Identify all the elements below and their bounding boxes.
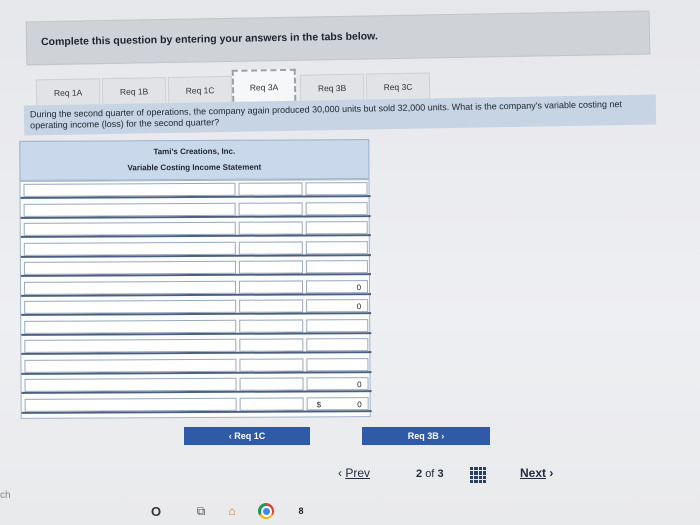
line-item-label-input[interactable] <box>24 358 237 373</box>
line-item-label-input[interactable] <box>23 221 236 236</box>
amount-input[interactable] <box>239 396 304 411</box>
amount-input[interactable] <box>238 182 303 196</box>
tab-req-3c[interactable]: Req 3C <box>365 72 431 100</box>
tab-req-1b[interactable]: Req 1B <box>101 77 167 105</box>
prev-label: Prev <box>345 466 371 480</box>
screen: Complete this question by entering your … <box>0 0 700 525</box>
currency-symbol: $ <box>316 399 322 409</box>
statement-row: 0 <box>21 375 372 394</box>
statement-row <box>21 355 372 375</box>
amount-input[interactable] <box>238 240 303 255</box>
total-input[interactable] <box>305 240 368 254</box>
statement-row <box>20 258 371 277</box>
chevron-right-icon: › <box>546 466 554 480</box>
statement-row <box>21 336 372 355</box>
total-input[interactable]: 0 <box>306 377 369 391</box>
next-req-button[interactable]: Req 3B › <box>362 427 490 445</box>
total-value: 0 <box>357 399 362 409</box>
next-label: Next <box>520 466 547 480</box>
page-of: of <box>425 468 435 480</box>
amount-input[interactable] <box>238 260 303 274</box>
line-item-label-input[interactable] <box>23 260 236 275</box>
amount-input[interactable] <box>238 221 303 235</box>
total-input[interactable] <box>306 357 369 371</box>
total-input[interactable] <box>305 260 368 274</box>
statement-row: 0 <box>21 297 372 316</box>
line-item-label-input[interactable] <box>23 280 237 295</box>
income-statement: Tami's Creations, Inc. Variable Costing … <box>19 139 372 423</box>
line-item-label-input[interactable] <box>23 182 236 197</box>
statement-row: 0 <box>20 277 372 297</box>
statement-grid: 0 0 0 $0 <box>19 179 372 419</box>
instruction-text: Complete this question by entering your … <box>40 30 378 49</box>
app-badge-icon[interactable]: 8 <box>292 503 310 519</box>
amount-input[interactable] <box>238 201 303 216</box>
question-text: During the second quarter of operations,… <box>29 99 623 131</box>
question-grid-icon[interactable] <box>470 467 486 483</box>
tab-req-1a[interactable]: Req 1A <box>35 78 101 106</box>
line-item-label-input[interactable] <box>24 338 237 353</box>
total-input[interactable]: $0 <box>306 396 369 410</box>
total-input[interactable] <box>305 182 368 196</box>
cortana-circle-icon[interactable]: O <box>147 503 165 519</box>
line-item-label-input[interactable] <box>23 241 236 256</box>
prev-req-label: Req 1C <box>234 431 266 441</box>
statement-row <box>21 316 372 336</box>
total-input[interactable] <box>306 318 369 332</box>
amount-input[interactable] <box>239 338 304 352</box>
tab-req-3a[interactable]: Req 3A <box>231 68 297 102</box>
total-input[interactable] <box>305 201 368 215</box>
tab-req-3b[interactable]: Req 3B <box>299 73 365 101</box>
total-pages: 3 <box>437 468 444 480</box>
statement-row: $0 <box>21 394 372 414</box>
prev-link[interactable]: ‹ Prev <box>338 466 370 480</box>
instruction-bar: Complete this question by entering your … <box>25 10 651 66</box>
statement-row <box>20 199 371 219</box>
amount-input[interactable] <box>239 318 304 333</box>
line-item-label-input[interactable] <box>24 377 237 392</box>
store-icon[interactable]: ⌂ <box>223 503 241 519</box>
line-item-label-input[interactable] <box>23 202 236 217</box>
total-value: 0 <box>356 302 362 312</box>
amount-input[interactable] <box>239 299 304 313</box>
total-input[interactable]: 0 <box>305 279 369 293</box>
total-input[interactable]: 0 <box>306 299 369 313</box>
chrome-icon[interactable] <box>258 503 274 519</box>
prev-req-button[interactable]: ‹ Req 1C <box>184 427 310 445</box>
page-indicator: 2 of 3 <box>416 468 444 480</box>
taskbar-edge-text: ch <box>0 490 11 501</box>
next-link[interactable]: Next › <box>520 466 553 480</box>
amount-input[interactable] <box>239 357 304 372</box>
statement-row <box>20 180 371 199</box>
app-badge-count: 8 <box>298 506 304 516</box>
chevron-right-icon: › <box>438 431 445 441</box>
line-item-label-input[interactable] <box>24 319 237 334</box>
current-page: 2 <box>416 468 423 480</box>
statement-title: Variable Costing Income Statement <box>127 162 262 173</box>
next-req-label: Req 3B <box>407 431 439 441</box>
amount-input[interactable] <box>239 377 304 391</box>
line-item-label-input[interactable] <box>24 299 237 314</box>
total-value: 0 <box>357 380 362 390</box>
tab-req-1c[interactable]: Req 1C <box>167 75 233 104</box>
total-input[interactable] <box>305 221 368 235</box>
total-value: 0 <box>356 282 362 292</box>
total-input[interactable] <box>306 338 369 352</box>
statement-row <box>20 238 371 258</box>
statement-header: Tami's Creations, Inc. Variable Costing … <box>19 139 370 181</box>
statement-row <box>20 219 371 238</box>
task-view-icon[interactable]: ⧉ <box>192 503 210 519</box>
amount-input[interactable] <box>238 279 304 294</box>
line-item-label-input[interactable] <box>24 397 237 412</box>
statement-company: Tami's Creations, Inc. <box>153 146 236 157</box>
